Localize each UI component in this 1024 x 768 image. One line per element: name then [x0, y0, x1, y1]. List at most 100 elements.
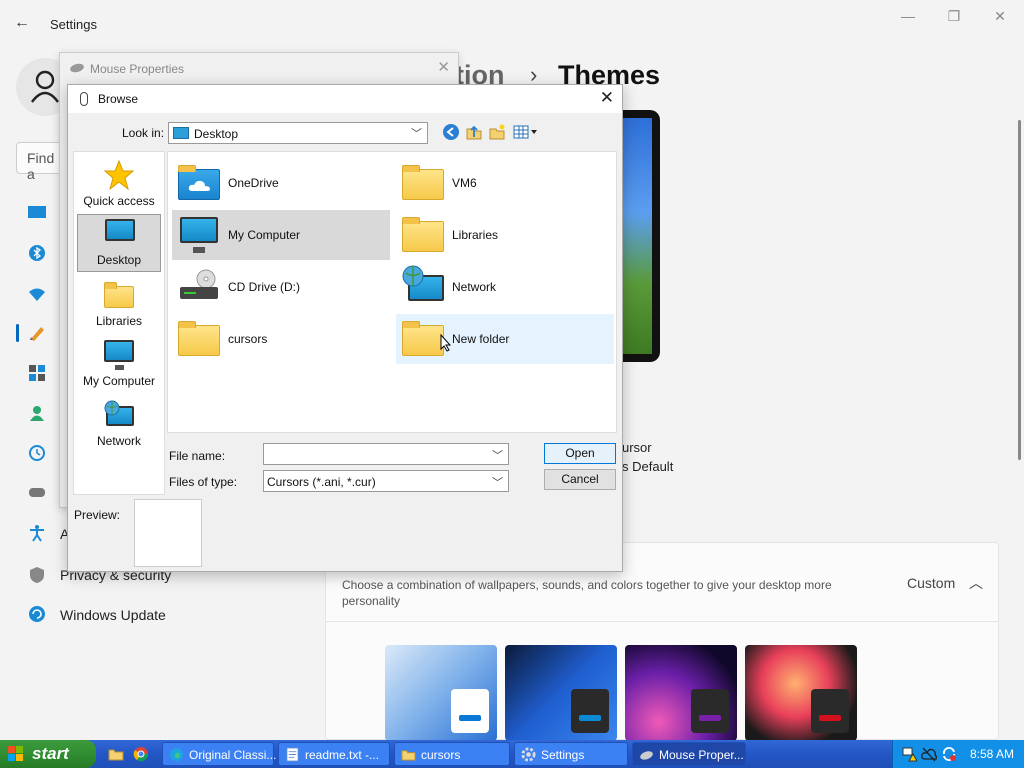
preview-box [134, 499, 202, 567]
mouse-icon [69, 62, 85, 74]
list-item[interactable]: New folder [396, 314, 614, 364]
back-icon[interactable] [442, 123, 462, 143]
network-icon [104, 400, 134, 430]
task-label: cursors [421, 748, 461, 762]
chevron-down-icon[interactable]: ﹀ [492, 447, 503, 463]
place-desktop[interactable]: Desktop [77, 214, 161, 272]
nav-windows-update-label[interactable]: Windows Update [60, 607, 166, 623]
taskbar-item-notepad[interactable]: readme.txt -... [278, 742, 390, 766]
accounts-icon[interactable] [28, 404, 46, 421]
taskbar: start Original Classi... readme.txt -...… [0, 740, 1024, 768]
sync-icon[interactable] [941, 746, 957, 762]
place-my-computer[interactable]: My Computer [77, 336, 161, 394]
network-status-icon[interactable] [901, 746, 917, 762]
back-arrow-icon[interactable]: ← [14, 14, 30, 32]
wifi-icon[interactable] [28, 286, 46, 302]
place-network[interactable]: Network [77, 396, 161, 454]
close-icon[interactable]: ✕ [990, 8, 1010, 25]
folder-icon [402, 165, 444, 201]
task-label: Settings [541, 748, 585, 762]
browse-title: Browse [98, 92, 139, 106]
task-label: Original Classi... [189, 748, 277, 762]
list-item[interactable]: Libraries [396, 210, 614, 260]
desktop-icon [105, 219, 135, 249]
theme-preview [620, 110, 660, 362]
list-item[interactable]: CD Drive (D:) [172, 262, 390, 312]
personalization-icon[interactable] [28, 324, 46, 341]
update-icon[interactable] [28, 605, 46, 622]
place-label: Network [96, 434, 141, 448]
system-tray: 8:58 AM [892, 740, 1024, 768]
theme-thumbnail[interactable] [385, 645, 497, 741]
time-language-icon[interactable] [28, 444, 46, 461]
theme-thumbnail[interactable] [625, 645, 737, 741]
edge-icon [169, 747, 184, 762]
file-name-input[interactable]: ﹀ [263, 443, 509, 465]
up-folder-icon[interactable] [465, 123, 485, 143]
onedrive-icon [178, 165, 220, 201]
clock[interactable]: 8:58 AM [970, 747, 1014, 761]
place-quick-access[interactable]: Quick access [77, 156, 161, 214]
open-button[interactable]: Open [544, 443, 616, 464]
mouse-properties-title: Mouse Properties [90, 62, 185, 76]
list-item[interactable]: My Computer [172, 210, 390, 260]
task-label: readme.txt -... [305, 748, 380, 762]
desktop-icon [173, 127, 189, 139]
theme-thumbnail[interactable] [505, 645, 617, 741]
file-label: CD Drive (D:) [228, 280, 300, 294]
chrome-icon[interactable] [133, 746, 149, 762]
list-item[interactable]: cursors [172, 314, 390, 364]
libraries-icon [104, 280, 134, 310]
network-icon [402, 265, 444, 305]
taskbar-item-mouse-properties[interactable]: Mouse Proper... [632, 742, 746, 766]
gaming-icon[interactable] [28, 484, 46, 500]
new-folder-icon[interactable] [488, 123, 508, 143]
chevron-down-icon: ﹀ [492, 477, 503, 489]
maximize-icon[interactable]: ❐ [944, 8, 964, 25]
start-button[interactable]: start [0, 740, 96, 768]
scrollbar[interactable] [1018, 120, 1021, 460]
place-libraries[interactable]: Libraries [77, 276, 161, 334]
accessibility-icon[interactable] [28, 524, 46, 542]
cancel-button[interactable]: Cancel [544, 469, 616, 490]
taskbar-item-browser[interactable]: Original Classi... [162, 742, 277, 766]
close-icon[interactable]: ✕ [600, 88, 614, 108]
view-menu-icon[interactable] [512, 123, 540, 143]
explorer-icon[interactable] [108, 746, 124, 762]
place-label: Desktop [96, 253, 142, 267]
taskbar-item-settings[interactable]: Settings [514, 742, 628, 766]
divider [326, 621, 998, 622]
list-item[interactable]: Network [396, 262, 614, 312]
cloud-offline-icon[interactable] [921, 746, 937, 762]
list-item[interactable]: OneDrive [172, 158, 390, 208]
files-of-type-dropdown[interactable]: Cursors (*.ani, *.cur) ﹀ [263, 470, 509, 492]
chevron-up-icon[interactable]: ︿ [969, 573, 983, 593]
files-of-type-label: Files of type: [169, 475, 238, 489]
file-label: cursors [228, 332, 268, 346]
nav-selection-indicator [16, 324, 19, 342]
taskbar-item-cursors[interactable]: cursors [394, 742, 510, 766]
browse-titlebar[interactable]: Browse ✕ [68, 85, 622, 113]
mouse-icon [640, 751, 653, 760]
file-name-label: File name: [169, 449, 226, 463]
look-in-value: Desktop [194, 127, 239, 141]
libraries-icon [402, 217, 444, 253]
shield-icon[interactable] [28, 566, 46, 583]
start-label: start [32, 744, 69, 763]
minimize-icon[interactable]: — [898, 8, 918, 24]
files-of-type-value: Cursors (*.ani, *.cur) [267, 475, 376, 489]
task-label: Mouse Proper... [659, 748, 744, 762]
places-bar: Quick access Desktop Libraries My Comput… [73, 151, 165, 495]
bluetooth-icon[interactable] [28, 244, 46, 261]
place-label: Quick access [83, 194, 155, 208]
apps-icon[interactable] [28, 364, 46, 381]
theme-thumbnail[interactable] [745, 645, 857, 741]
close-icon[interactable]: ✕ [437, 58, 450, 76]
look-in-dropdown[interactable]: Desktop ﹀ [168, 122, 428, 144]
list-item[interactable]: VM6 [396, 158, 614, 208]
file-list[interactable]: OneDrive VM6 My Computer Libraries CD Dr… [167, 151, 617, 433]
cursor-setting-text[interactable]: ursor s Default [622, 438, 673, 476]
file-label: Libraries [452, 228, 499, 242]
system-icon[interactable] [28, 206, 46, 218]
cd-drive-icon [178, 269, 220, 305]
